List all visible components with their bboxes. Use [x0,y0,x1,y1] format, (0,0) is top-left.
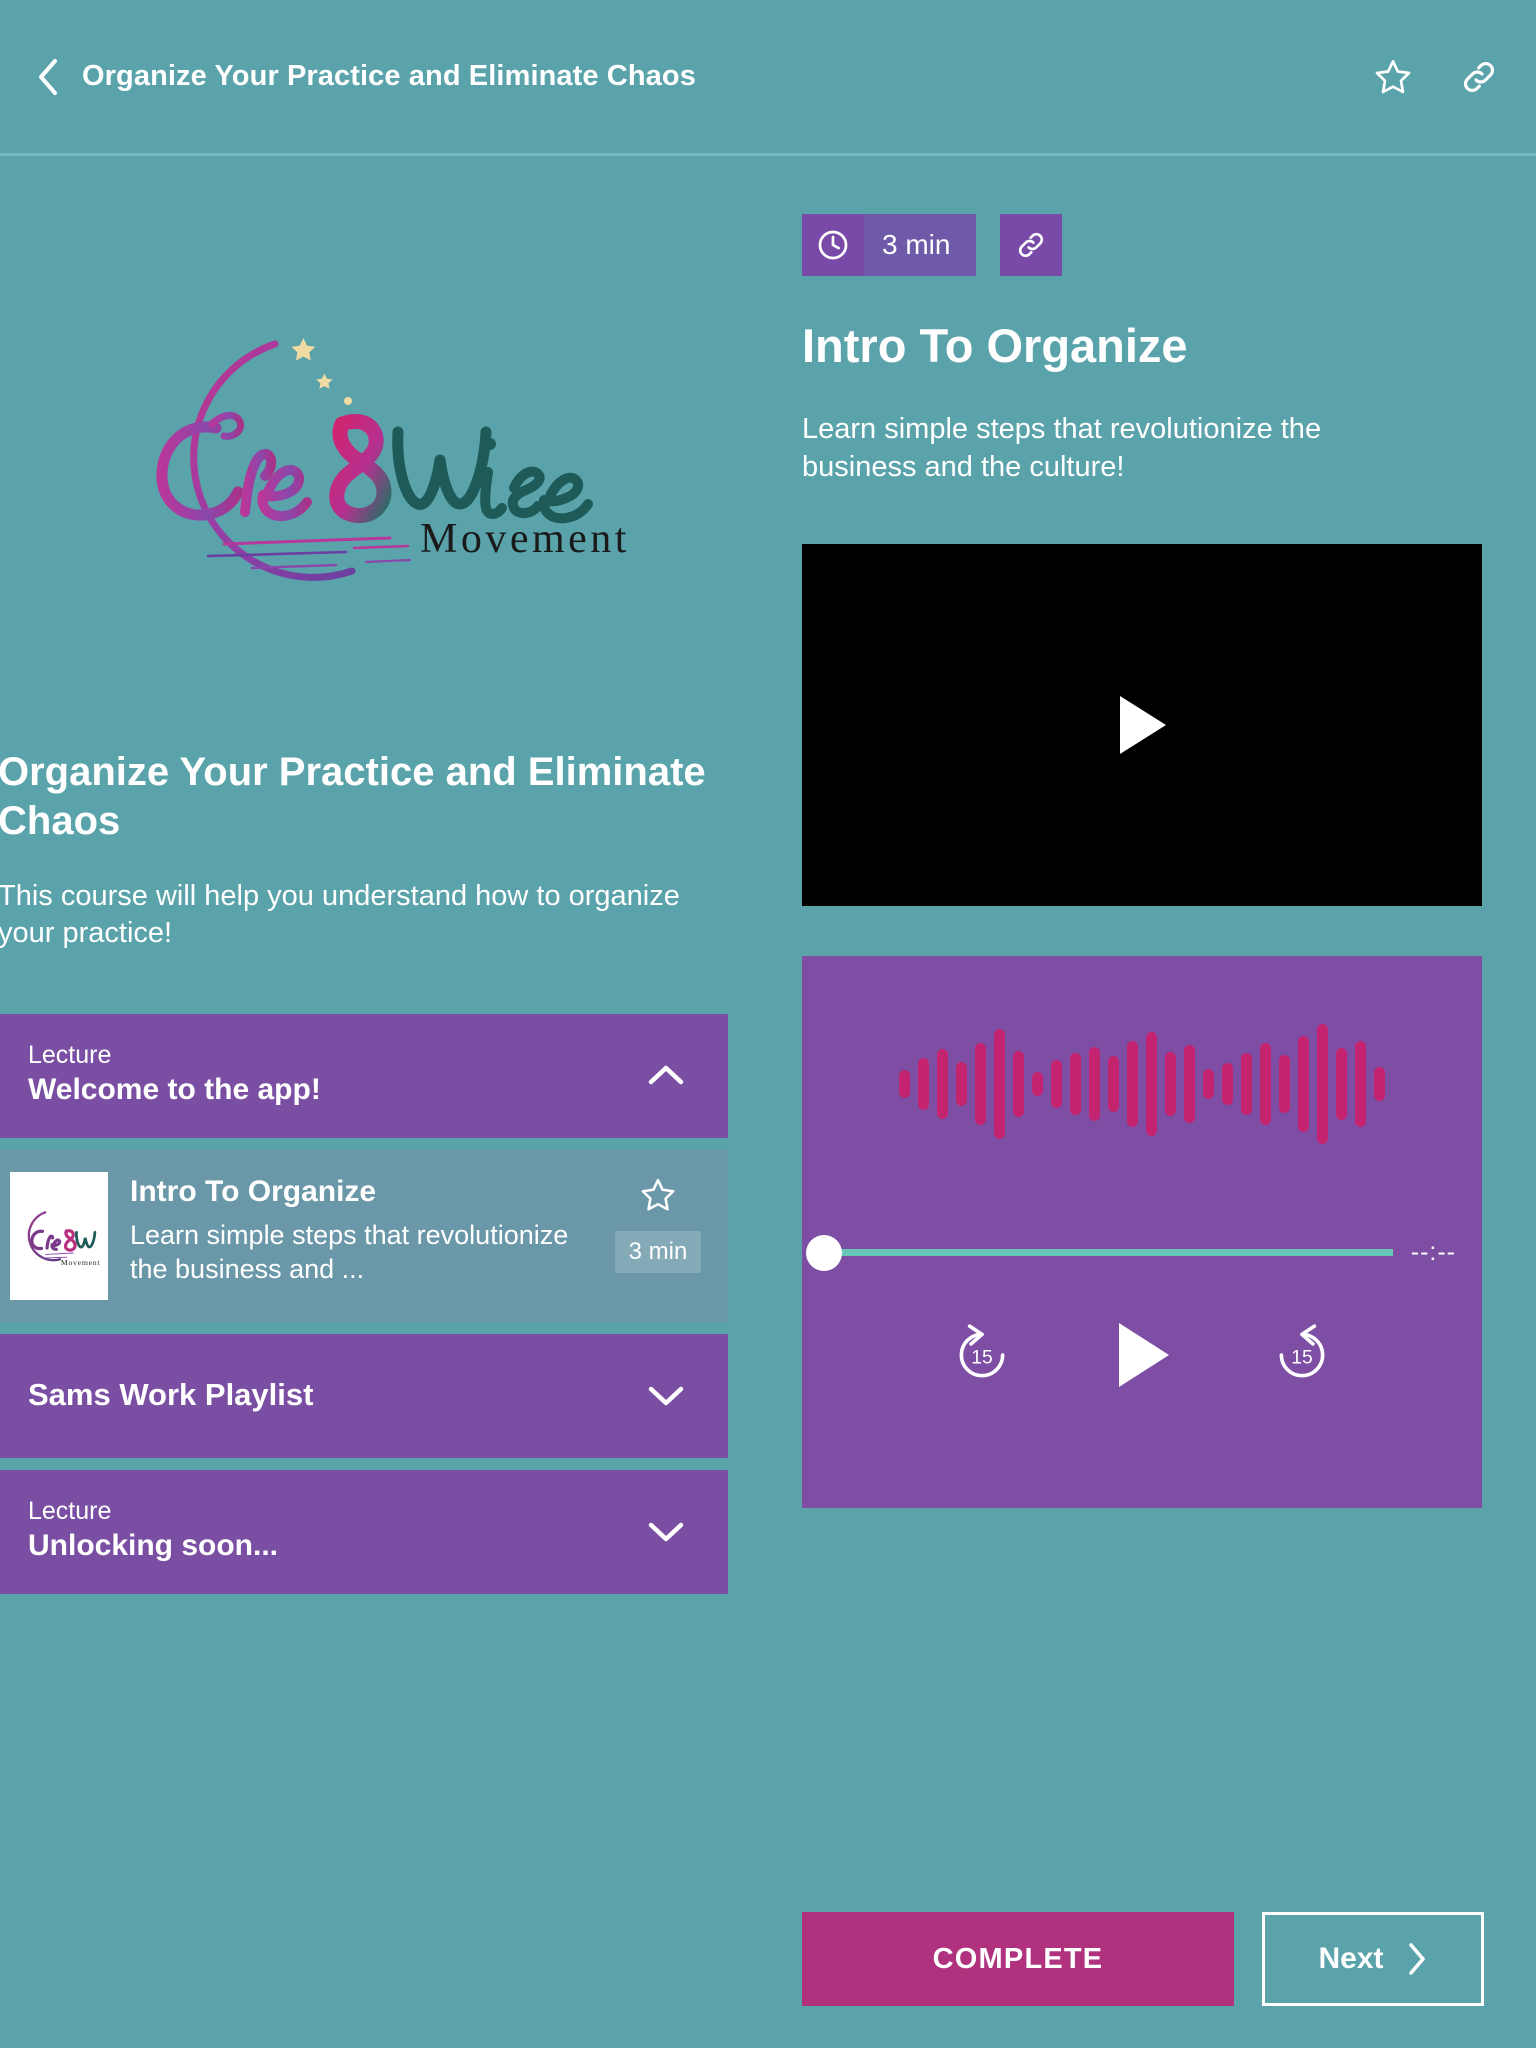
section-kicker: Lecture [28,1040,112,1069]
play-icon [1120,696,1166,755]
star-outline-icon [641,1178,675,1211]
lesson-badge-row: 3 min [802,214,1484,276]
waveform-bar [1260,1043,1271,1126]
waveform-bar [1203,1069,1214,1100]
play-icon [1119,1323,1169,1388]
course-sidebar: Movement Organize Your Practice and Elim… [0,156,740,2048]
next-button-label: Next [1318,1942,1384,1975]
svg-text:Movement: Movement [61,1258,101,1267]
duration-text: 3 min [864,214,977,276]
waveform-bar [1051,1060,1062,1109]
chevron-down-icon [644,1380,688,1410]
audio-player: --:-- 15 15 [802,956,1482,1509]
favorite-button[interactable] [1370,54,1416,100]
course-logo: Movement [0,156,740,776]
clock-icon [802,214,864,276]
cre8wise-movement-logo-icon: Movement [156,338,630,581]
course-description: This course will help you understand how… [0,879,680,949]
waveform-bar [937,1049,948,1120]
audio-play-button[interactable] [1111,1319,1173,1391]
lesson-share-button[interactable] [1000,214,1063,276]
forward-15-icon: 15 [1279,1324,1325,1378]
course-sections-list: Lecture Welcome to the app! Movement Int… [0,1013,740,1606]
section-label: Unlocking soon... [28,1529,279,1563]
duration-badge: 3 min [802,214,977,276]
waveform-bar [1089,1047,1100,1122]
waveform-bar [994,1029,1005,1140]
header-actions [1370,54,1502,100]
waveform-bar [975,1043,986,1126]
chevron-up-icon [644,1060,688,1090]
section-header-unlocking-soon[interactable]: Lecture Unlocking soon... [0,1469,728,1594]
back-button[interactable] [30,55,64,99]
waveform-bar [1279,1055,1290,1114]
audio-time-display: --:-- [1410,1238,1456,1267]
section-text-group: Lecture Unlocking soon... [28,1496,279,1564]
lesson-title: Intro To Organize [130,1174,377,1208]
waveform-bar [1184,1045,1195,1124]
chevron-down-icon [644,1516,688,1546]
video-player[interactable] [802,544,1482,907]
waveform-bar [1374,1067,1385,1102]
section-header-sams-work-playlist[interactable]: Sams Work Playlist [0,1333,728,1458]
audio-transport-controls: 15 15 [802,1319,1482,1391]
waveform-bar [1317,1024,1328,1145]
waveform-bar [1241,1053,1252,1116]
waveform-bar [1165,1052,1176,1117]
waveform-bar [899,1070,910,1099]
lesson-meta-group: 3 min [610,1172,706,1273]
chevron-right-icon [1408,1943,1425,1975]
waveform-bar [1298,1036,1309,1133]
lesson-description: Learn simple steps that revolutionize th… [130,1219,569,1285]
svg-text:15: 15 [1291,1347,1312,1368]
audio-seek-handle[interactable] [806,1234,842,1271]
link-icon [1464,61,1494,92]
audio-forward-15-button[interactable]: 15 [1269,1322,1335,1388]
waveform-bar [1146,1032,1157,1137]
page-title: Organize Your Practice and Eliminate Cha… [82,60,696,92]
lesson-detail-title: Intro To Organize [802,319,1188,372]
lesson-footer-actions: COMPLETE Next [802,1912,1484,2006]
content-area: Movement Organize Your Practice and Elim… [0,156,1536,2048]
list-item-lesson-intro-to-organize[interactable]: Movement Intro To Organize Learn simple … [0,1149,728,1322]
section-label: Welcome to the app! [28,1073,321,1107]
lesson-detail-subtitle: Learn simple steps that revolutionize th… [802,412,1322,483]
lesson-favorite-button[interactable] [638,1176,678,1219]
waveform-bar [1013,1051,1024,1118]
section-header-welcome-to-the-app[interactable]: Lecture Welcome to the app! [0,1013,728,1138]
next-button[interactable]: Next [1262,1912,1484,2006]
waveform-bar [1355,1041,1366,1128]
svg-text:Movement: Movement [420,516,630,562]
app-header: Organize Your Practice and Eliminate Cha… [0,0,1536,156]
complete-button[interactable]: COMPLETE [802,1912,1234,2006]
section-kicker: Lecture [28,1496,112,1525]
lesson-duration-badge: 3 min [614,1230,702,1273]
waveform-bar [1070,1053,1081,1116]
waveform-bar [956,1062,967,1107]
waveform-bar [1127,1041,1138,1128]
audio-seek-row: --:-- [802,1234,1482,1271]
svg-text:15: 15 [971,1347,992,1368]
chevron-left-icon [39,58,57,95]
section-label: Sams Work Playlist [28,1376,314,1412]
audio-seek-slider[interactable] [806,1234,1393,1271]
header-left-group: Organize Your Practice and Eliminate Cha… [30,55,1370,99]
share-link-button[interactable] [1456,54,1502,100]
link-icon [1019,232,1044,258]
waveform-bar [918,1058,929,1111]
lesson-detail-panel: 3 min Intro To Organize Learn simple ste… [740,156,1536,2048]
lesson-text-group: Intro To Organize Learn simple steps tha… [130,1172,588,1287]
section-text-group: Lecture Welcome to the app! [28,1040,321,1108]
waveform-bar [1336,1048,1347,1121]
star-outline-icon [1375,59,1411,93]
audio-waveform [802,956,1482,1186]
rewind-15-icon: 15 [959,1324,1005,1378]
waveform-bar [1222,1063,1233,1106]
waveform-bar [1108,1056,1119,1113]
audio-rewind-15-button[interactable]: 15 [949,1322,1015,1388]
section-text-group: Sams Work Playlist [28,1377,313,1413]
waveform-bar [1032,1072,1043,1097]
cre8wise-movement-thumbnail-icon: Movement [27,1210,101,1267]
lesson-thumbnail: Movement [10,1171,108,1300]
